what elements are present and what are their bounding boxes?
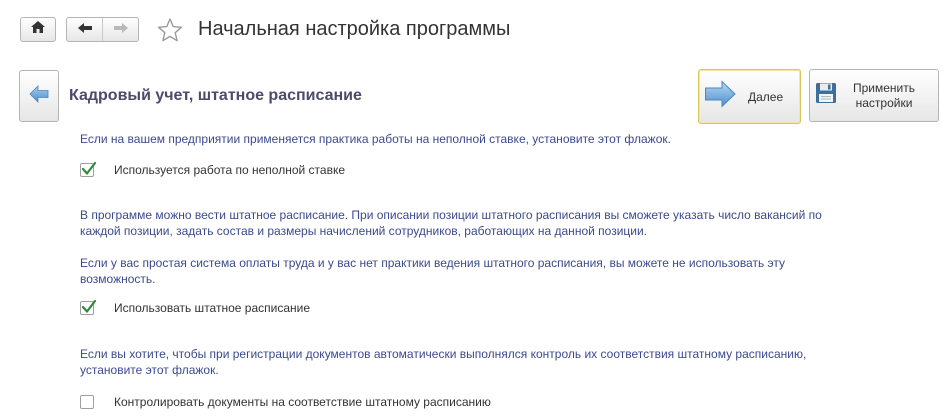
arrow-right-icon (704, 80, 736, 113)
staffing-checkbox[interactable] (80, 299, 97, 315)
part-time-hint: Если на вашем предприятии применяется пр… (80, 132, 671, 146)
forward-history-button[interactable] (102, 18, 138, 41)
next-button[interactable]: Далее (698, 69, 801, 124)
next-button-label: Далее (748, 89, 784, 104)
control-label: Контролировать документы на соответствие… (114, 395, 491, 409)
star-icon (157, 18, 183, 47)
part-time-checkbox[interactable] (80, 161, 97, 177)
favorite-button[interactable] (157, 17, 183, 43)
apply-settings-label: Применить настройки (852, 80, 915, 110)
app-window: Начальная настройка программы Кадровый у… (0, 0, 943, 420)
arrow-left-icon (77, 21, 93, 39)
checkmark-icon (81, 299, 97, 313)
home-button[interactable] (20, 17, 56, 42)
part-time-label: Используется работа по неполной ставке (114, 163, 346, 177)
control-hint: Если вы хотите, чтобы при регистрации до… (80, 347, 807, 377)
wizard-back-button[interactable] (19, 70, 59, 122)
back-history-button[interactable] (67, 18, 102, 41)
control-checkbox[interactable] (80, 395, 94, 409)
apply-settings-button[interactable]: Применить настройки (809, 69, 939, 122)
checkmark-icon (81, 161, 97, 175)
arrow-left-icon (29, 84, 49, 108)
page-title: Начальная настройка программы (198, 18, 511, 40)
part-time-option[interactable]: Используется работа по неполной ставке (80, 161, 346, 177)
staffing-label: Использовать штатное расписание (114, 301, 310, 315)
staffing-hint-1: В программе можно вести штатное расписан… (80, 208, 822, 238)
staffing-option[interactable]: Использовать штатное расписание (80, 299, 310, 315)
section-title: Кадровый учет, штатное расписание (69, 87, 362, 104)
staffing-hint-2: Если у вас простая система оплаты труда … (80, 256, 786, 286)
home-icon (30, 20, 46, 39)
floppy-disk-icon (815, 82, 837, 109)
arrow-right-icon (113, 21, 129, 39)
control-option[interactable]: Контролировать документы на соответствие… (80, 395, 491, 409)
history-nav (66, 17, 139, 42)
